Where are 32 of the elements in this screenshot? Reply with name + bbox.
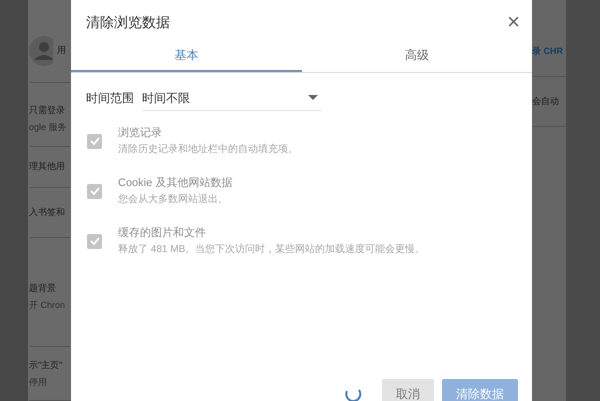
checkmark-icon — [90, 237, 100, 245]
option-title: 缓存的图片和文件 — [118, 226, 207, 241]
settings-text: 理其他用 — [29, 160, 65, 174]
time-range-dropdown[interactable]: 时间不限 — [142, 85, 322, 111]
tab[interactable]: 基本 — [71, 40, 302, 72]
settings-text: 入书签和 — [29, 206, 65, 220]
checkbox[interactable] — [87, 234, 102, 248]
option-description: 清除历史记录和地址栏中的自动填充项。 — [118, 142, 298, 157]
settings-text: ogle 服务 — [29, 121, 67, 134]
settings-text: 示"主页" — [29, 358, 62, 372]
settings-text: 录 CHR — [532, 44, 563, 58]
checkmark-icon — [90, 137, 100, 145]
checkbox[interactable] — [87, 184, 102, 198]
settings-text: 用 — [57, 44, 66, 58]
avatar-icon — [29, 36, 53, 66]
settings-text: 停用 — [29, 376, 48, 389]
option-description: 您会从大多数网站退出。 — [118, 192, 229, 207]
dropdown-arrow-icon — [308, 95, 318, 100]
settings-text: 开 Chron — [29, 299, 66, 312]
tab[interactable]: 高级 — [302, 40, 532, 72]
dialog-title: 清除浏览数据 — [86, 12, 170, 32]
checkbox[interactable] — [87, 134, 102, 148]
settings-text: 只需登录 — [29, 104, 66, 118]
option-title: Cookie 及其他网站数据 — [118, 176, 232, 191]
settings-text: 题背景 — [29, 282, 57, 296]
option-title: 浏览记录 — [118, 126, 163, 141]
checkmark-icon — [90, 187, 100, 195]
cancel-button[interactable]: 取消 — [382, 379, 434, 401]
close-button[interactable]: × — [507, 11, 520, 33]
settings-text: 会自动 — [532, 94, 559, 108]
time-range-label: 时间范围 — [86, 90, 134, 107]
option-description: 释放了 481 MB。当您下次访问时，某些网站的加载速度可能会更慢。 — [118, 242, 426, 257]
